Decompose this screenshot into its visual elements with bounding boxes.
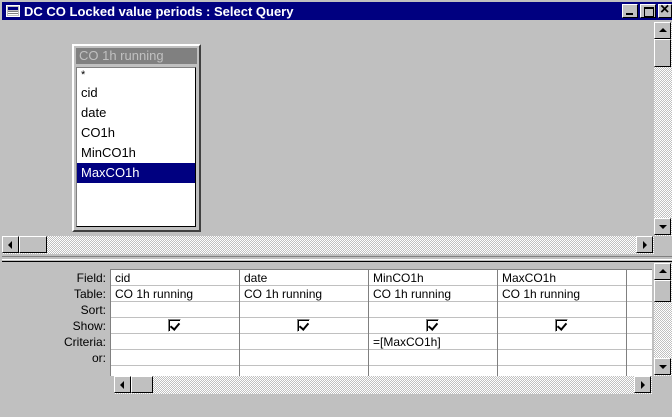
scroll-thumb[interactable] (654, 280, 671, 302)
row-labels: Field: Table: Sort: Show: Criteria: or: (2, 270, 112, 366)
query-design-grid[interactable]: cid CO 1h running date CO 1h running Min… (110, 269, 652, 376)
or-cell[interactable] (240, 350, 368, 366)
show-checkbox[interactable] (555, 319, 568, 332)
right-arrow-icon (641, 381, 645, 389)
table-pane-vertical-scrollbar[interactable] (654, 22, 672, 236)
scroll-left-button[interactable] (2, 236, 19, 253)
pane-splitter[interactable] (2, 256, 672, 262)
grid-column[interactable]: date CO 1h running (240, 270, 369, 376)
show-cell (111, 318, 239, 334)
sort-cell[interactable] (240, 302, 368, 318)
sort-cell[interactable] (369, 302, 497, 318)
grid-horizontal-scrollbar[interactable] (114, 376, 652, 394)
scroll-thumb[interactable] (131, 376, 153, 393)
row-label-field: Field: (76, 271, 106, 285)
grid-column[interactable]: MinCO1h CO 1h running =[MaxCO1h] (369, 270, 498, 376)
grid-vertical-scrollbar[interactable] (654, 263, 672, 376)
close-button[interactable] (658, 1, 672, 19)
scroll-right-button[interactable] (634, 376, 651, 393)
row-label-criteria: Criteria: (63, 335, 106, 349)
field-cell[interactable]: MinCO1h (369, 270, 497, 286)
window-title: DC CO Locked value periods : Select Quer… (24, 3, 294, 19)
scroll-left-button[interactable] (114, 376, 131, 393)
show-cell (240, 318, 368, 334)
table-field-list-box[interactable]: CO 1h running * cid date CO1h MinCO1h Ma… (72, 44, 201, 232)
maximize-button[interactable] (640, 4, 656, 18)
field-item-minco1h[interactable]: MinCO1h (77, 143, 195, 163)
show-cell (369, 318, 497, 334)
show-cell (498, 318, 626, 334)
criteria-cell[interactable]: =[MaxCO1h] (369, 334, 497, 350)
scroll-thumb[interactable] (19, 236, 47, 253)
criteria-cell[interactable] (627, 334, 652, 350)
criteria-cell[interactable] (240, 334, 368, 350)
table-cell[interactable]: CO 1h running (240, 286, 368, 302)
table-pane: CO 1h running * cid date CO1h MinCO1h Ma… (2, 22, 672, 255)
field-cell[interactable] (627, 270, 652, 286)
field-item-all[interactable]: * (77, 69, 195, 83)
grid-column[interactable]: MaxCO1h CO 1h running (498, 270, 627, 376)
field-item-co1h[interactable]: CO1h (77, 123, 195, 143)
row-label-or: or: (91, 351, 106, 365)
right-arrow-icon (643, 241, 647, 249)
table-cell[interactable] (627, 286, 652, 302)
query-design-window: DC CO Locked value periods : Select Quer… (0, 0, 672, 417)
grid-column[interactable] (627, 270, 652, 376)
criteria-cell[interactable] (111, 334, 239, 350)
show-checkbox[interactable] (426, 319, 439, 332)
scroll-down-button[interactable] (654, 218, 671, 235)
or-cell[interactable] (627, 350, 652, 366)
up-arrow-icon (659, 269, 667, 273)
field-item-cid[interactable]: cid (77, 83, 195, 103)
show-checkbox[interactable] (168, 319, 181, 332)
scroll-down-button[interactable] (654, 358, 671, 375)
up-arrow-icon (659, 28, 667, 32)
or-cell[interactable] (111, 350, 239, 366)
table-cell[interactable]: CO 1h running (111, 286, 239, 302)
table-box-title[interactable]: CO 1h running (76, 48, 197, 64)
table-pane-horizontal-scrollbar[interactable] (2, 236, 654, 254)
sort-cell[interactable] (111, 302, 239, 318)
field-cell[interactable]: date (240, 270, 368, 286)
down-arrow-icon (659, 225, 667, 229)
left-arrow-icon (120, 381, 124, 389)
or-cell[interactable] (498, 350, 626, 366)
window-controls (620, 1, 672, 19)
down-arrow-icon (659, 365, 667, 369)
table-cell[interactable]: CO 1h running (498, 286, 626, 302)
show-cell[interactable] (627, 318, 652, 334)
field-cell[interactable]: cid (111, 270, 239, 286)
design-grid-pane: Field: Table: Sort: Show: Criteria: or: … (2, 263, 672, 417)
show-checkbox[interactable] (297, 319, 310, 332)
or-cell[interactable] (369, 350, 497, 366)
field-item-maxco1h[interactable]: MaxCO1h (77, 163, 195, 183)
row-label-table: Table: (73, 287, 106, 301)
criteria-cell[interactable] (498, 334, 626, 350)
row-label-show: Show: (72, 319, 106, 333)
left-arrow-icon (8, 241, 12, 249)
minimize-button[interactable] (622, 4, 638, 18)
field-cell[interactable]: MaxCO1h (498, 270, 626, 286)
row-label-sort: Sort: (80, 303, 106, 317)
scroll-up-button[interactable] (654, 22, 671, 39)
title-bar[interactable]: DC CO Locked value periods : Select Quer… (2, 1, 672, 20)
sort-cell[interactable] (498, 302, 626, 318)
field-list[interactable]: * cid date CO1h MinCO1h MaxCO1h (76, 67, 196, 227)
table-cell[interactable]: CO 1h running (369, 286, 497, 302)
grid-column[interactable]: cid CO 1h running (111, 270, 240, 376)
scroll-thumb[interactable] (654, 39, 671, 67)
table-pane-area[interactable]: CO 1h running * cid date CO1h MinCO1h Ma… (2, 22, 654, 236)
field-item-date[interactable]: date (77, 103, 195, 123)
sort-cell[interactable] (627, 302, 652, 318)
scroll-up-button[interactable] (654, 263, 671, 280)
scroll-right-button[interactable] (636, 236, 653, 253)
query-window-icon[interactable] (6, 5, 20, 17)
